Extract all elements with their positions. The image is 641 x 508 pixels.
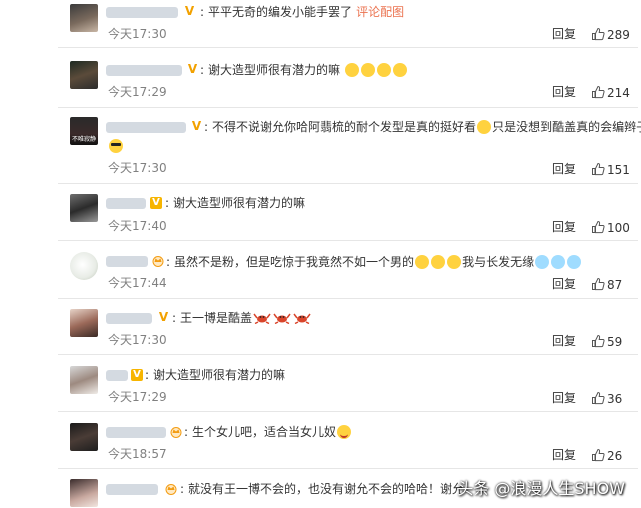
laugh-emoji-icon bbox=[431, 255, 446, 269]
comment-time: 今天17:30 bbox=[108, 333, 167, 347]
comment-time: 今天18:57 bbox=[108, 447, 167, 461]
divider bbox=[58, 47, 638, 48]
cry-emoji-icon bbox=[567, 255, 582, 269]
avatar[interactable] bbox=[70, 309, 98, 337]
avatar[interactable] bbox=[70, 252, 98, 280]
username[interactable] bbox=[106, 311, 152, 325]
like-icon[interactable] bbox=[591, 85, 605, 99]
wink-emoji-icon bbox=[337, 425, 352, 439]
divider bbox=[58, 411, 638, 412]
like-count: 214 bbox=[607, 86, 630, 100]
reply-button[interactable]: 回复 bbox=[552, 27, 576, 41]
username[interactable] bbox=[106, 368, 128, 382]
like-icon[interactable] bbox=[591, 391, 605, 405]
avatar[interactable]: 不唯寂静 bbox=[70, 117, 98, 145]
like-icon[interactable] bbox=[591, 334, 605, 348]
comment-text: : 谢大造型师很有潜力的嘛 bbox=[200, 63, 408, 77]
comment-time: 今天17:30 bbox=[108, 161, 167, 175]
like-count: 59 bbox=[607, 335, 623, 349]
avatar[interactable] bbox=[70, 423, 98, 451]
username[interactable] bbox=[106, 196, 146, 210]
like-icon[interactable] bbox=[591, 277, 605, 291]
avatar[interactable] bbox=[70, 479, 98, 507]
comment-time: 今天17:30 bbox=[108, 27, 167, 41]
username[interactable] bbox=[106, 254, 148, 268]
crab-emoji-icon bbox=[253, 312, 271, 324]
avatar[interactable] bbox=[70, 61, 98, 89]
crab-emoji-icon bbox=[293, 312, 311, 324]
verified-icon: V bbox=[158, 310, 169, 324]
like-icon[interactable] bbox=[591, 448, 605, 462]
avatar[interactable] bbox=[70, 366, 98, 394]
reply-button[interactable]: 回复 bbox=[552, 277, 576, 291]
emoji-icon bbox=[360, 63, 375, 77]
reply-button[interactable]: 回复 bbox=[552, 334, 576, 348]
divider bbox=[58, 183, 638, 184]
divider bbox=[58, 354, 638, 355]
comment-text: : 生个女儿吧，适合当女儿奴 bbox=[184, 425, 352, 439]
comment-text: : 就没有王一博不会的，也没有谢允不会的哈哈！谢允 bbox=[180, 482, 465, 496]
verified-icon: V bbox=[191, 119, 202, 133]
divider bbox=[58, 107, 638, 108]
username[interactable] bbox=[106, 482, 158, 496]
like-count: 100 bbox=[607, 221, 630, 235]
comment-time: 今天17:29 bbox=[108, 390, 167, 404]
verified-icon: V bbox=[184, 4, 195, 18]
comment-text: : 平平无奇的编发小能手罢了 评论配图 bbox=[200, 5, 405, 19]
watermark: 头条 @浪漫人生SHOW bbox=[457, 479, 625, 498]
vip-badge-icon: V bbox=[150, 197, 162, 209]
like-icon[interactable] bbox=[591, 27, 605, 41]
comment-time: 今天17:29 bbox=[108, 85, 167, 99]
emoji-icon bbox=[392, 63, 407, 77]
like-count: 151 bbox=[607, 163, 630, 177]
image-link[interactable]: 评论配图 bbox=[356, 5, 404, 19]
crab-emoji-icon bbox=[273, 312, 291, 324]
cry-emoji-icon bbox=[551, 255, 566, 269]
reply-button[interactable]: 回复 bbox=[552, 85, 576, 99]
like-icon[interactable] bbox=[591, 220, 605, 234]
username[interactable] bbox=[106, 120, 186, 134]
username[interactable] bbox=[106, 425, 166, 439]
verified-icon: V bbox=[187, 62, 198, 76]
like-count: 289 bbox=[607, 28, 630, 42]
like-count: 26 bbox=[607, 449, 623, 463]
vip-badge-icon: V bbox=[131, 369, 143, 381]
comment-text: : 王一博是酷盖 bbox=[172, 311, 312, 325]
emoji-icon bbox=[477, 120, 492, 134]
avatar[interactable] bbox=[70, 4, 98, 32]
emoji-icon bbox=[344, 63, 359, 77]
comment-text: : 虽然不是粉，但是吃惊于我竟然不如一个男的 我与长发无缘 bbox=[166, 255, 582, 269]
emoji-icon bbox=[376, 63, 391, 77]
username[interactable] bbox=[106, 63, 182, 77]
comment-time: 今天17:40 bbox=[108, 219, 167, 233]
reply-button[interactable]: 回复 bbox=[552, 220, 576, 234]
comment-text: : 谢大造型师很有潜力的嘛 bbox=[145, 368, 286, 382]
like-count: 87 bbox=[607, 278, 623, 292]
divider bbox=[58, 468, 638, 469]
reply-button[interactable]: 回复 bbox=[552, 448, 576, 462]
comment-text: : 不得不说谢允你哈阿翡梳的耐个发型是真的挺好看 只是没想到酷盖真的会编辫子 bbox=[204, 120, 641, 134]
divider bbox=[58, 298, 638, 299]
avatar[interactable] bbox=[70, 194, 98, 222]
like-icon[interactable] bbox=[591, 162, 605, 176]
username[interactable] bbox=[106, 5, 178, 19]
laugh-emoji-icon bbox=[447, 255, 462, 269]
fan-crown-icon bbox=[164, 483, 178, 495]
divider bbox=[58, 240, 638, 241]
reply-button[interactable]: 回复 bbox=[552, 162, 576, 176]
cry-emoji-icon bbox=[535, 255, 550, 269]
fan-crown-icon bbox=[151, 255, 165, 267]
laugh-emoji-icon bbox=[415, 255, 430, 269]
cool-emoji-icon bbox=[109, 139, 123, 153]
reply-button[interactable]: 回复 bbox=[552, 391, 576, 405]
comment-time: 今天17:44 bbox=[108, 276, 167, 290]
avatar-label: 不唯寂静 bbox=[71, 136, 96, 143]
fan-crown-icon bbox=[169, 426, 183, 438]
comment-text: : 谢大造型师很有潜力的嘛 bbox=[165, 196, 306, 210]
like-count: 36 bbox=[607, 392, 623, 406]
comment-text-continued bbox=[108, 139, 124, 153]
